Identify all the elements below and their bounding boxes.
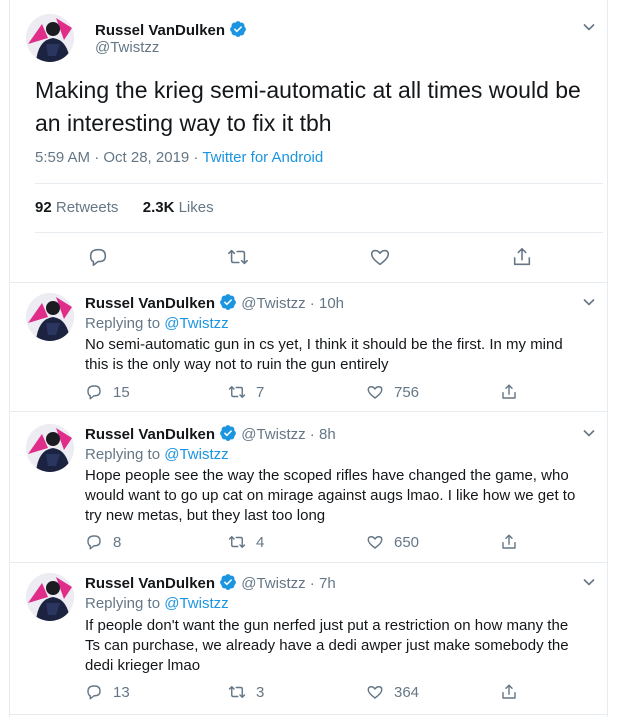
reply-time[interactable]: 7h xyxy=(319,575,336,592)
reply-icon xyxy=(87,385,101,400)
handle[interactable]: @Twistzz xyxy=(241,575,305,592)
display-name-text[interactable]: Russel VanDulken xyxy=(85,426,215,443)
retweet-icon[interactable] xyxy=(227,246,249,268)
like-count: 650 xyxy=(394,534,420,551)
share-icon[interactable] xyxy=(511,246,533,268)
replying-to-link[interactable]: @Twistzz xyxy=(164,315,228,332)
retweet-icon xyxy=(228,386,246,398)
retweet-count: 4 xyxy=(256,534,265,551)
reply-text: If people don't want the gun nerfed just… xyxy=(85,617,569,674)
verified-badge-icon xyxy=(220,574,236,590)
replying-label: Replying to xyxy=(85,446,161,463)
display-name-text[interactable]: Russel VanDulken xyxy=(85,295,215,312)
retweets-stat[interactable]: 92 Retweets xyxy=(35,199,118,216)
replying-to: Replying to @Twistzz xyxy=(85,315,229,332)
verified-badge-icon xyxy=(230,21,246,37)
reply-count: 13 xyxy=(113,684,130,701)
handle[interactable]: @Twistzz xyxy=(95,39,159,56)
timestamp[interactable]: 5:59 AM · Oct 28, 2019 · xyxy=(35,149,202,166)
display-name-text[interactable]: Russel VanDulken xyxy=(85,575,215,592)
reply-header: Russel VanDulken @Twistzz · 10h xyxy=(85,294,345,312)
avatar[interactable] xyxy=(26,14,74,62)
reply-time[interactable]: 10h xyxy=(319,295,344,312)
chevron-down-icon[interactable] xyxy=(582,575,596,589)
heart-icon xyxy=(367,686,383,699)
heart-icon xyxy=(367,536,383,549)
avatar[interactable] xyxy=(26,293,74,341)
retweets-count: 92 xyxy=(35,199,52,216)
tweet-stats: 92 Retweets 2.3K Likes xyxy=(35,199,214,216)
heart-icon[interactable] xyxy=(369,246,391,268)
reply-time[interactable]: 8h xyxy=(319,426,336,443)
reply-count: 15 xyxy=(113,384,130,401)
retweet-icon xyxy=(228,686,246,698)
replying-label: Replying to xyxy=(85,595,161,612)
like-count: 756 xyxy=(394,384,420,401)
tweet-thread: Russel VanDulken @Twistzz Making the kri… xyxy=(9,0,608,717)
avatar[interactable] xyxy=(26,424,74,472)
retweet-icon xyxy=(228,536,246,548)
chevron-down-icon[interactable] xyxy=(582,426,596,440)
likes-label: Likes xyxy=(178,199,214,216)
verified-badge-icon xyxy=(220,294,236,310)
source-link[interactable]: Twitter for Android xyxy=(202,149,323,166)
reply-tweet[interactable]: Russel VanDulken @Twistzz · 10h Replying… xyxy=(10,283,607,411)
heart-icon xyxy=(367,386,383,399)
share-icon xyxy=(502,684,516,699)
likes-stat[interactable]: 2.3K Likes xyxy=(143,199,214,216)
handle[interactable]: @Twistzz xyxy=(241,295,305,312)
avatar[interactable] xyxy=(26,573,74,621)
replying-to-link[interactable]: @Twistzz xyxy=(164,446,228,463)
display-name-text[interactable]: Russel VanDulken xyxy=(95,22,225,39)
reply-text: Hope people see the way the scoped rifle… xyxy=(85,467,576,524)
divider xyxy=(35,232,603,233)
replying-to: Replying to @Twistzz xyxy=(85,446,229,463)
likes-count: 2.3K xyxy=(142,199,175,216)
like-count: 364 xyxy=(394,684,420,701)
replying-label: Replying to xyxy=(85,315,161,332)
divider xyxy=(10,714,607,715)
retweet-count: 7 xyxy=(256,384,265,401)
retweet-count: 3 xyxy=(256,684,265,701)
retweets-label: Retweets xyxy=(55,199,119,216)
reply-header: Russel VanDulken @Twistzz · 7h xyxy=(85,574,336,592)
share-icon xyxy=(502,534,516,549)
tweet-meta: 5:59 AM · Oct 28, 2019 · Twitter for And… xyxy=(35,149,323,166)
reply-text: No semi-automatic gun in cs yet, I think… xyxy=(85,336,563,373)
reply-header: Russel VanDulken @Twistzz · 8h xyxy=(85,425,336,443)
replying-to: Replying to @Twistzz xyxy=(85,595,229,612)
chevron-down-icon[interactable] xyxy=(582,20,596,34)
reply-tweet[interactable]: Russel VanDulken @Twistzz · 7h Replying … xyxy=(10,563,607,713)
chevron-down-icon[interactable] xyxy=(582,295,596,309)
reply-tweet[interactable]: Russel VanDulken @Twistzz · 8h Replying … xyxy=(10,412,607,562)
reply-icon xyxy=(87,535,101,550)
reply-icon[interactable] xyxy=(87,246,109,268)
replying-to-link[interactable]: @Twistzz xyxy=(164,595,228,612)
verified-badge-icon xyxy=(220,425,236,441)
handle[interactable]: @Twistzz xyxy=(241,426,305,443)
tweet-text: Making the krieg semi-automatic at all t… xyxy=(35,77,581,136)
reply-icon xyxy=(87,685,101,700)
display-name[interactable]: Russel VanDulken xyxy=(95,20,247,39)
share-icon xyxy=(502,384,516,399)
divider xyxy=(35,183,603,184)
reply-count: 8 xyxy=(113,534,122,551)
